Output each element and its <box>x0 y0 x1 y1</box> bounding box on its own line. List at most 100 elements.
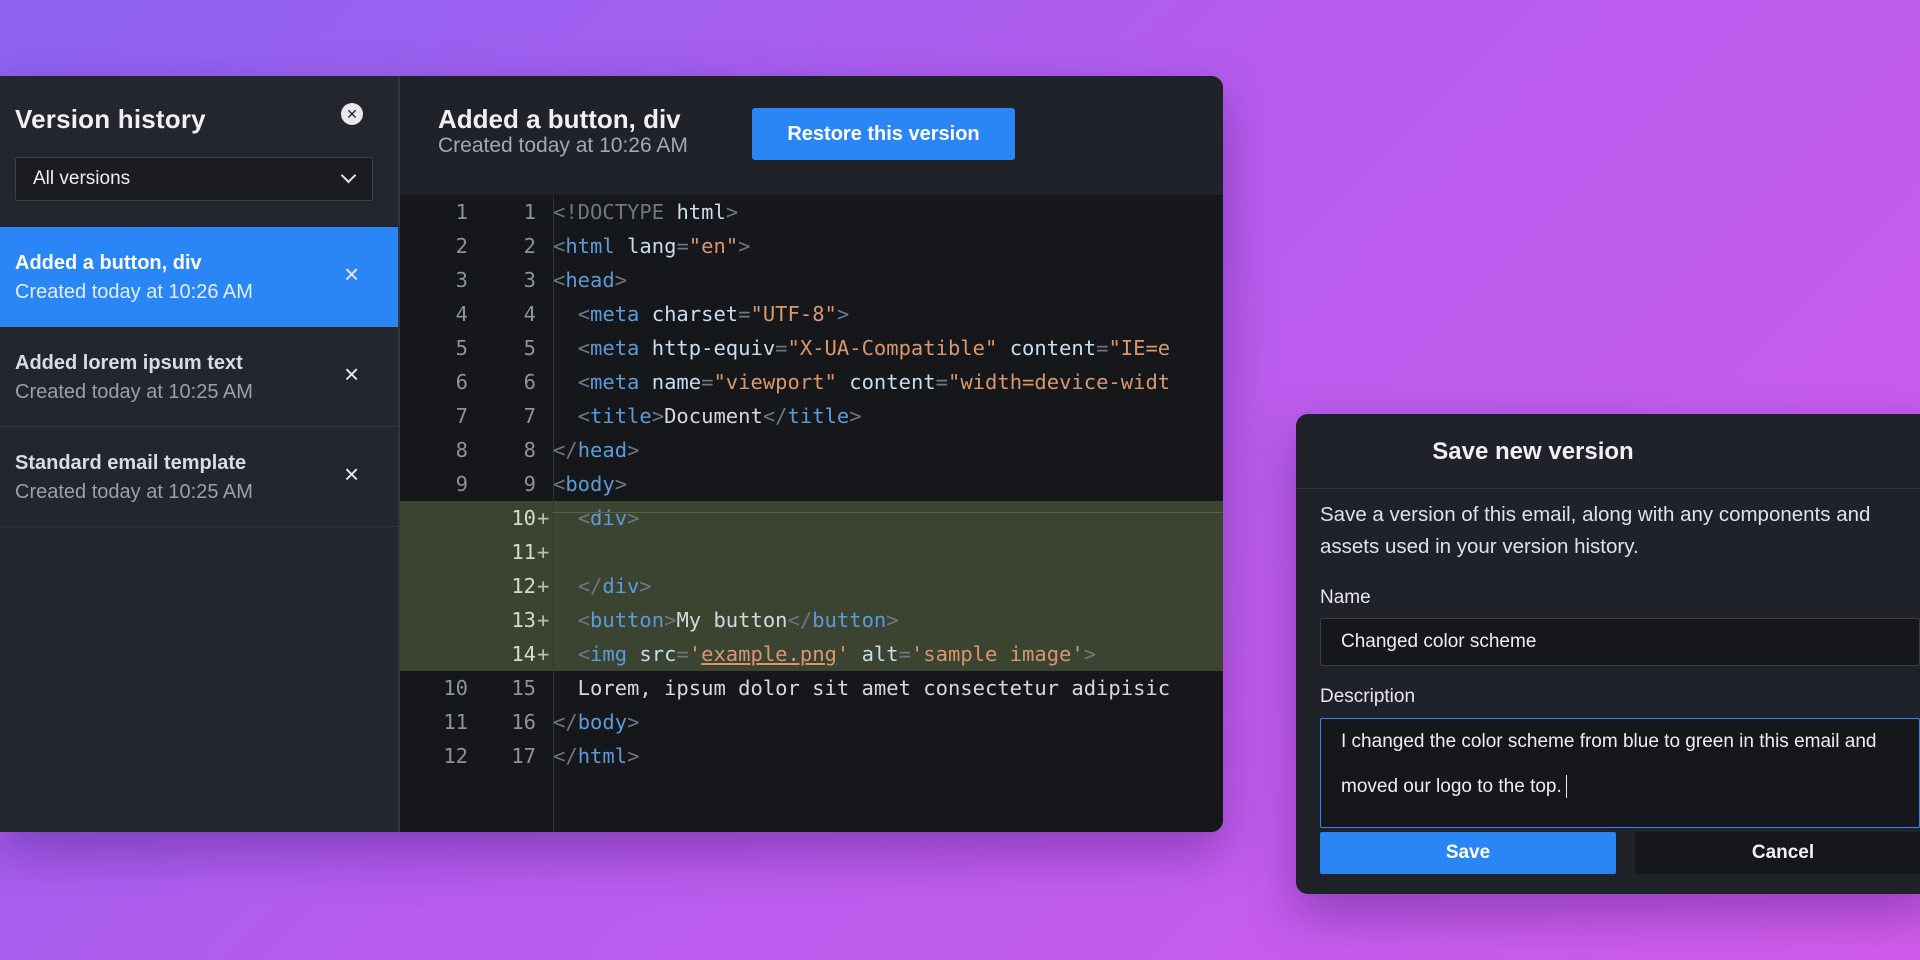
close-circle-icon[interactable]: ✕ <box>341 103 363 125</box>
added-block-divider <box>553 512 1223 513</box>
new-line-number: 4 <box>523 302 536 326</box>
old-line-number: 4 <box>455 302 468 326</box>
code-diff-view[interactable]: 1 1 <!DOCTYPE html> 2 2 <html lang="en"> 3 3 <he… <box>400 195 1223 832</box>
new-line-number: 6 <box>523 370 536 394</box>
description-label: Description <box>1320 686 1416 707</box>
old-line-number: 5 <box>455 336 468 360</box>
code-line: 3 3 <head> <box>400 263 1223 297</box>
new-line-number: 3 <box>523 268 536 292</box>
version-history-title: Version history <box>15 104 206 134</box>
description-field-value: I changed the color scheme from blue to … <box>1341 731 1877 797</box>
code-text: </head> <box>553 438 640 462</box>
version-list: Added a button, div Created today at 10:… <box>0 227 398 527</box>
code-line: 8 8 </head> <box>400 433 1223 467</box>
added-marker: + <box>537 642 550 666</box>
old-line-number: 9 <box>455 472 468 496</box>
old-line-number: 6 <box>455 370 468 394</box>
version-sidebar: Version history ✕ All versions Added a b… <box>0 76 400 832</box>
dialog-title: Save new version <box>1432 438 1634 465</box>
code-text: Lorem, ipsum dolor sit amet consectetur … <box>553 676 1171 700</box>
added-code-line: 14 + <img src='example.png' alt='sample i… <box>400 637 1223 671</box>
delete-version-icon[interactable]: × <box>344 461 359 487</box>
preview-date: Created today at 10:26 AM <box>438 134 688 157</box>
save-button[interactable]: Save <box>1320 832 1616 874</box>
added-marker: + <box>537 574 550 598</box>
name-field-value: Changed color scheme <box>1341 631 1537 652</box>
delete-version-icon[interactable]: × <box>344 261 359 287</box>
dialog-divider <box>1296 488 1920 489</box>
code-text: <div> <box>577 506 640 530</box>
dialog-description: Save a version of this email, along with… <box>1320 503 1871 558</box>
added-marker: + <box>537 506 550 530</box>
restore-version-button[interactable]: Restore this version <box>752 108 1015 160</box>
code-text: </html> <box>553 744 640 768</box>
code-line: 7 7 <title>Document</title> <box>400 399 1223 433</box>
preview-header: Added a button, div Created today at 10:… <box>400 76 1223 195</box>
description-field[interactable]: I changed the color scheme from blue to … <box>1320 718 1920 828</box>
new-line-number: 11 <box>511 540 536 564</box>
code-line: 6 6 <meta name="viewport" content="width=… <box>400 365 1223 399</box>
delete-version-icon[interactable]: × <box>344 361 359 387</box>
new-line-number: 13 <box>511 608 536 632</box>
code-text: <title>Document</title> <box>577 404 862 428</box>
name-field[interactable]: Changed color scheme <box>1320 618 1920 666</box>
code-line: 1 1 <!DOCTYPE html> <box>400 195 1223 229</box>
code-text: <img src='example.png' alt='sample image… <box>577 642 1097 666</box>
new-line-number: 17 <box>511 744 536 768</box>
version-date: Created today at 10:25 AM <box>15 481 253 503</box>
new-line-number: 9 <box>523 472 536 496</box>
code-text: <meta charset="UTF-8"> <box>577 302 850 326</box>
code-text: </body> <box>553 710 640 734</box>
version-name: Added a button, div <box>15 252 202 274</box>
added-code-line: 10 + <div> <box>400 501 1223 535</box>
version-date: Created today at 10:25 AM <box>15 381 253 403</box>
code-text: <!DOCTYPE html> <box>553 200 739 224</box>
version-name: Standard email template <box>15 452 247 474</box>
code-line: 5 5 <meta http-equiv="X-UA-Compatible" co… <box>400 331 1223 365</box>
chevron-down-icon <box>340 167 357 184</box>
code-line: 11 16 </body> <box>400 705 1223 739</box>
version-item[interactable]: Added lorem ipsum text Created today at … <box>0 327 398 427</box>
old-line-number: 8 <box>455 438 468 462</box>
code-line: 9 9 <body> <box>400 467 1223 501</box>
code-line: 12 17 </html> <box>400 739 1223 773</box>
version-item[interactable]: Standard email template Created today at… <box>0 427 398 527</box>
version-filter-value: All versions <box>33 168 131 189</box>
added-marker: + <box>537 608 550 632</box>
version-history-window: Version history ✕ All versions Added a b… <box>0 76 1223 832</box>
new-line-number: 7 <box>523 404 536 428</box>
old-line-number: 11 <box>443 710 468 734</box>
code-text: <html lang="en"> <box>553 234 751 258</box>
added-marker: + <box>537 540 550 564</box>
old-line-number: 12 <box>443 744 468 768</box>
new-line-number: 5 <box>523 336 536 360</box>
cancel-button[interactable]: Cancel <box>1635 832 1920 874</box>
old-line-number: 1 <box>455 200 468 224</box>
code-text: </div> <box>577 574 652 598</box>
new-line-number: 14 <box>511 642 536 666</box>
code-line: 2 2 <html lang="en"> <box>400 229 1223 263</box>
new-line-number: 2 <box>523 234 536 258</box>
save-version-dialog: Save new version Save a version of this … <box>1296 414 1920 894</box>
text-caret <box>1565 775 1568 799</box>
code-line: 10 15 Lorem, ipsum dolor sit amet consect… <box>400 671 1223 705</box>
new-line-number: 8 <box>523 438 536 462</box>
old-line-number: 10 <box>443 676 468 700</box>
old-line-number: 7 <box>455 404 468 428</box>
gutter-divider <box>553 195 554 832</box>
old-line-number: 3 <box>455 268 468 292</box>
version-filter-select[interactable]: All versions <box>15 157 373 201</box>
version-item[interactable]: Added a button, div Created today at 10:… <box>0 227 398 327</box>
added-code-line: 11 + <box>400 535 1223 569</box>
code-line: 4 4 <meta charset="UTF-8"> <box>400 297 1223 331</box>
preview-title: Added a button, div <box>438 104 681 134</box>
code-text: <meta http-equiv="X-UA-Compatible" conte… <box>577 336 1171 360</box>
code-text: <button>My button</button> <box>577 608 899 632</box>
new-line-number: 15 <box>511 676 536 700</box>
code-text: <meta name="viewport" content="width=dev… <box>577 370 1171 394</box>
code-text: <head> <box>553 268 628 292</box>
version-name: Added lorem ipsum text <box>15 352 243 374</box>
code-text: <body> <box>553 472 628 496</box>
new-line-number: 10 <box>511 506 536 530</box>
added-code-line: 13 + <button>My button</button> <box>400 603 1223 637</box>
